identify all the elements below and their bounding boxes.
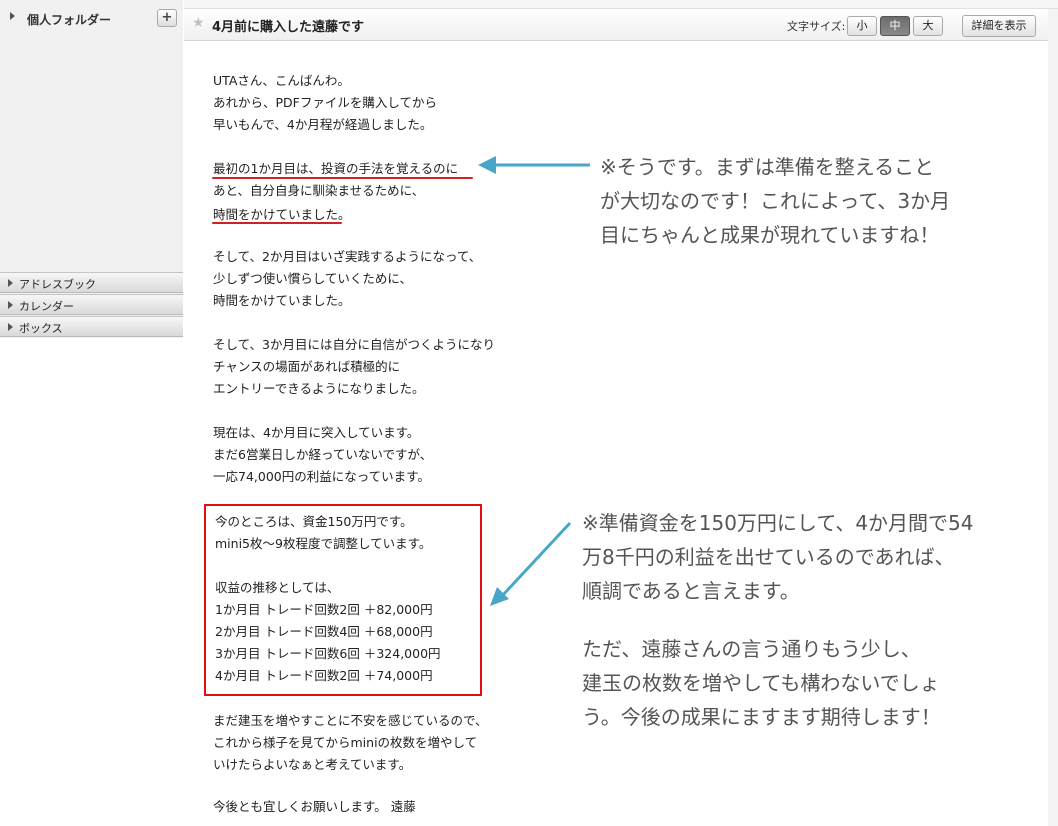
sidebar-section-label: アドレスブック — [19, 278, 96, 291]
message-line: そして、3か月目には自分に自信がつくようになり — [213, 337, 495, 352]
star-icon[interactable]: ★ — [192, 15, 205, 31]
font-size-large-button[interactable]: 大 — [913, 16, 943, 36]
message-line: 時間をかけていました。 — [213, 293, 351, 308]
red-underline — [212, 177, 473, 179]
add-folder-button[interactable]: + — [157, 9, 177, 27]
message-line: まだ6営業日しか経っていないですが、 — [213, 447, 433, 462]
message-line: 今後とも宜しくお願いします。 遠藤 — [213, 799, 416, 814]
font-size-label: 文字サイズ: — [787, 20, 846, 33]
message-line: 少しずつ使い慣らしていくために、 — [213, 271, 413, 286]
message-line: これから様子を見てからminiの枚数を増やして — [213, 735, 478, 750]
sidebar: 個人フォルダー + アドレスブック カレンダー ボックス — [0, 0, 183, 826]
message-subject: 4月前に購入した遠藤です — [212, 20, 365, 35]
message-line: あれから、PDFファイルを購入してから — [213, 95, 437, 110]
comment-line: が大切なのです！これによって、3か月 — [600, 189, 951, 213]
comment-line: 目にちゃんと成果が現れていますね！ — [600, 223, 940, 247]
sidebar-section-address-book[interactable]: アドレスブック — [0, 272, 183, 293]
message-line: 現在は、4か月目に突入しています。 — [213, 425, 420, 440]
personal-folder-label: 個人フォルダー — [27, 13, 112, 27]
comment-line: 建玉の枚数を増やしても構わないでしょ — [582, 671, 940, 695]
show-details-button[interactable]: 詳細を表示 — [962, 15, 1036, 37]
font-size-medium-button[interactable]: 中 — [880, 16, 910, 36]
comment-line: ※そうです。まずは準備を整えること — [600, 155, 935, 179]
expand-arrow-icon — [8, 323, 13, 331]
message-list-strip[interactable] — [184, 0, 1058, 9]
message-line: そして、2か月目はいざ実践するようになって、 — [213, 249, 482, 264]
message-line: 最初の1か月目は、投資の手法を覚えるのに — [213, 161, 459, 176]
arrow-icon — [478, 156, 590, 174]
expand-arrow-icon — [8, 279, 13, 287]
sidebar-section-calendar[interactable]: カレンダー — [0, 294, 183, 315]
comment-line: う。今後の成果にますます期待します！ — [582, 705, 941, 729]
expand-arrow-icon — [8, 301, 13, 309]
arrow-icon — [490, 521, 572, 606]
comment-line: ※準備資金を150万円にして、4か月間で54 — [582, 511, 974, 535]
comment-line: ただ、遠藤さんの言う通りもう少し、 — [582, 637, 921, 661]
message-line: 早いもんで、4か月程が経過しました。 — [213, 117, 433, 132]
message-line: UTAさん、こんばんわ。 — [213, 73, 350, 88]
message-line: いけたらよいなぁと考えています。 — [213, 757, 412, 772]
font-size-small-button[interactable]: 小 — [847, 16, 877, 36]
message-line: エントリーできるようになりました。 — [213, 381, 425, 396]
sidebar-empty-area — [0, 338, 183, 826]
highlight-box — [204, 504, 482, 696]
message-line: あと、自分自身に馴染ませるために、 — [213, 183, 425, 198]
message-line: 時間をかけていました。 — [213, 207, 351, 222]
comment-line: 順調であると言えます。 — [582, 579, 800, 603]
message-line: チャンスの場面があれば積極的に — [213, 359, 401, 374]
personal-folder-header[interactable]: 個人フォルダー + — [0, 0, 183, 34]
expand-arrow-icon[interactable] — [10, 12, 15, 20]
sidebar-section-label: ボックス — [19, 322, 63, 335]
comment-line: 万8千円の利益を出せているのであれば、 — [582, 545, 955, 569]
message-line: 一応74,000円の利益になっています。 — [213, 469, 430, 484]
message-line: まだ建玉を増やすことに不安を感じているので、 — [213, 713, 488, 728]
sidebar-section-box[interactable]: ボックス — [0, 316, 183, 337]
scrollbar-track[interactable] — [1048, 9, 1058, 826]
message-header: ★ 4月前に購入した遠藤です 文字サイズ: 小 中 大 詳細を表示 — [184, 9, 1048, 41]
sidebar-section-label: カレンダー — [19, 300, 74, 313]
red-underline — [212, 222, 342, 224]
